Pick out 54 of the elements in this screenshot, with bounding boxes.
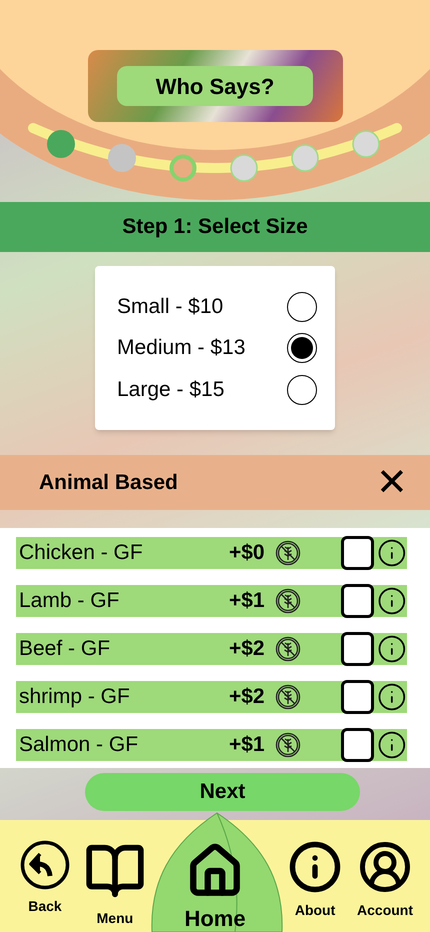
item-checkbox[interactable]	[340, 584, 374, 618]
size-option-label: Small - $10	[117, 294, 224, 320]
info-icon	[288, 840, 342, 894]
item-name: Beef - GF	[19, 636, 112, 662]
item-row[interactable]: Lamb - GF +$1	[16, 585, 407, 617]
size-radio[interactable]	[287, 292, 317, 322]
info-icon[interactable]	[377, 730, 407, 760]
item-row[interactable]: shrimp - GF +$2	[16, 681, 407, 713]
nav-label: About	[294, 901, 336, 920]
info-icon[interactable]	[377, 682, 407, 712]
close-button[interactable]: ✕	[376, 464, 408, 502]
nav-label: Home	[184, 905, 246, 932]
item-name: Chicken - GF	[19, 540, 144, 566]
item-price: +$1	[228, 732, 265, 758]
account-icon	[358, 840, 412, 894]
item-price: +$2	[228, 636, 265, 662]
item-checkbox[interactable]	[340, 536, 374, 570]
size-option-label: Large - $15	[117, 376, 224, 403]
item-row[interactable]: Salmon - GF +$1	[16, 729, 407, 761]
nav-item[interactable]: Back	[10, 840, 80, 932]
info-icon[interactable]	[377, 634, 407, 664]
item-row[interactable]: Chicken - GF +$0	[16, 537, 407, 569]
item-price: +$0	[228, 540, 265, 566]
item-checkbox[interactable]	[340, 680, 374, 714]
size-option-label: Medium - $13	[117, 335, 246, 362]
gluten-free-icon	[274, 684, 301, 710]
gluten-free-icon	[274, 636, 301, 662]
section-title: Animal Based	[39, 470, 178, 496]
item-checkbox[interactable]	[340, 728, 374, 762]
gluten-free-icon	[274, 588, 301, 614]
size-radio[interactable]	[287, 333, 317, 363]
item-checkbox[interactable]	[340, 632, 374, 666]
info-icon[interactable]	[377, 538, 407, 568]
nav-item[interactable]: Menu	[80, 840, 150, 932]
nav-label: Back	[28, 897, 62, 916]
gluten-free-icon	[274, 540, 301, 566]
item-name: Salmon - GF	[19, 732, 140, 758]
gluten-free-icon	[274, 732, 301, 758]
back-icon	[20, 840, 70, 890]
item-row[interactable]: Beef - GF +$2	[16, 633, 407, 665]
info-icon[interactable]	[377, 586, 407, 616]
nav-item[interactable]: About	[280, 840, 350, 932]
item-name: Lamb - GF	[19, 588, 120, 614]
app-title: Who Says?	[117, 66, 313, 106]
nav-item[interactable]: Account	[350, 840, 420, 932]
size-radio[interactable]	[287, 374, 317, 404]
nav-label: Account	[357, 901, 414, 920]
nav-item[interactable]: Home	[150, 812, 280, 932]
item-name: shrimp - GF	[19, 684, 131, 710]
nav-label: Menu	[96, 909, 134, 928]
item-price: +$1	[228, 588, 265, 614]
step-banner: Step 1: Select Size	[0, 202, 430, 252]
item-price: +$2	[228, 684, 265, 710]
next-button[interactable]: Next	[85, 773, 360, 811]
